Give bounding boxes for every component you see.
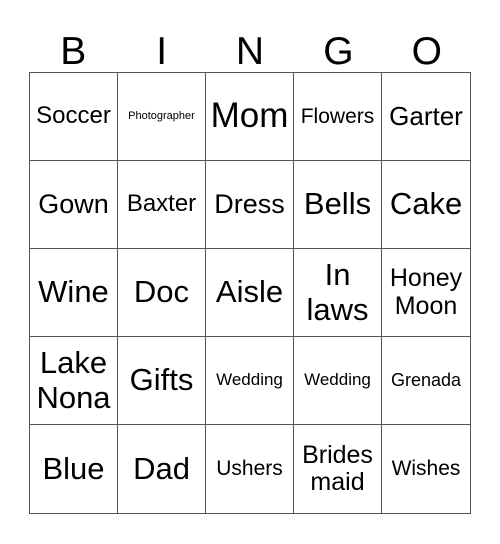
header-letter-g: G	[323, 30, 354, 73]
bingo-cell: Grenada	[382, 337, 470, 425]
bingo-cell: Blue	[30, 425, 118, 513]
bingo-cell: Baxter	[118, 161, 206, 249]
bingo-cell: Gown	[30, 161, 118, 249]
bingo-cell: Doc	[118, 249, 206, 337]
bingo-grid: Soccer Photographer Mom Flowers Garter G…	[29, 72, 471, 514]
bingo-cell: Ushers	[206, 425, 294, 513]
bingo-cell: Wine	[30, 249, 118, 337]
bingo-cell: Cake	[382, 161, 470, 249]
header-letter-o: O	[411, 30, 442, 73]
bingo-cell: Bells	[294, 161, 382, 249]
bingo-cell: Flowers	[294, 73, 382, 161]
header-letter-b: B	[60, 30, 87, 73]
bingo-cell: Photographer	[118, 73, 206, 161]
header-letter-i: I	[156, 30, 168, 73]
bingo-cell: Lake Nona	[30, 337, 118, 425]
header-letter-n: N	[235, 30, 265, 73]
bingo-header: B I N G O	[29, 28, 471, 76]
bingo-cell: Garter	[382, 73, 470, 161]
bingo-cell: Mom	[206, 73, 294, 161]
bingo-cell: Wishes	[391, 457, 461, 481]
bingo-cell: Gifts	[118, 337, 206, 425]
bingo-cell: Soccer	[30, 73, 118, 161]
bingo-cell: Brides maid	[294, 425, 382, 513]
bingo-cell: Aisle	[206, 249, 294, 337]
bingo-cell: Dad	[118, 425, 206, 513]
bingo-cell: Dress	[206, 161, 294, 249]
bingo-cell: Wedding	[294, 337, 382, 425]
bingo-cell: In laws	[294, 249, 382, 337]
bingo-cell: Honey Moon	[382, 249, 470, 337]
bingo-cell: Wedding	[206, 337, 294, 425]
